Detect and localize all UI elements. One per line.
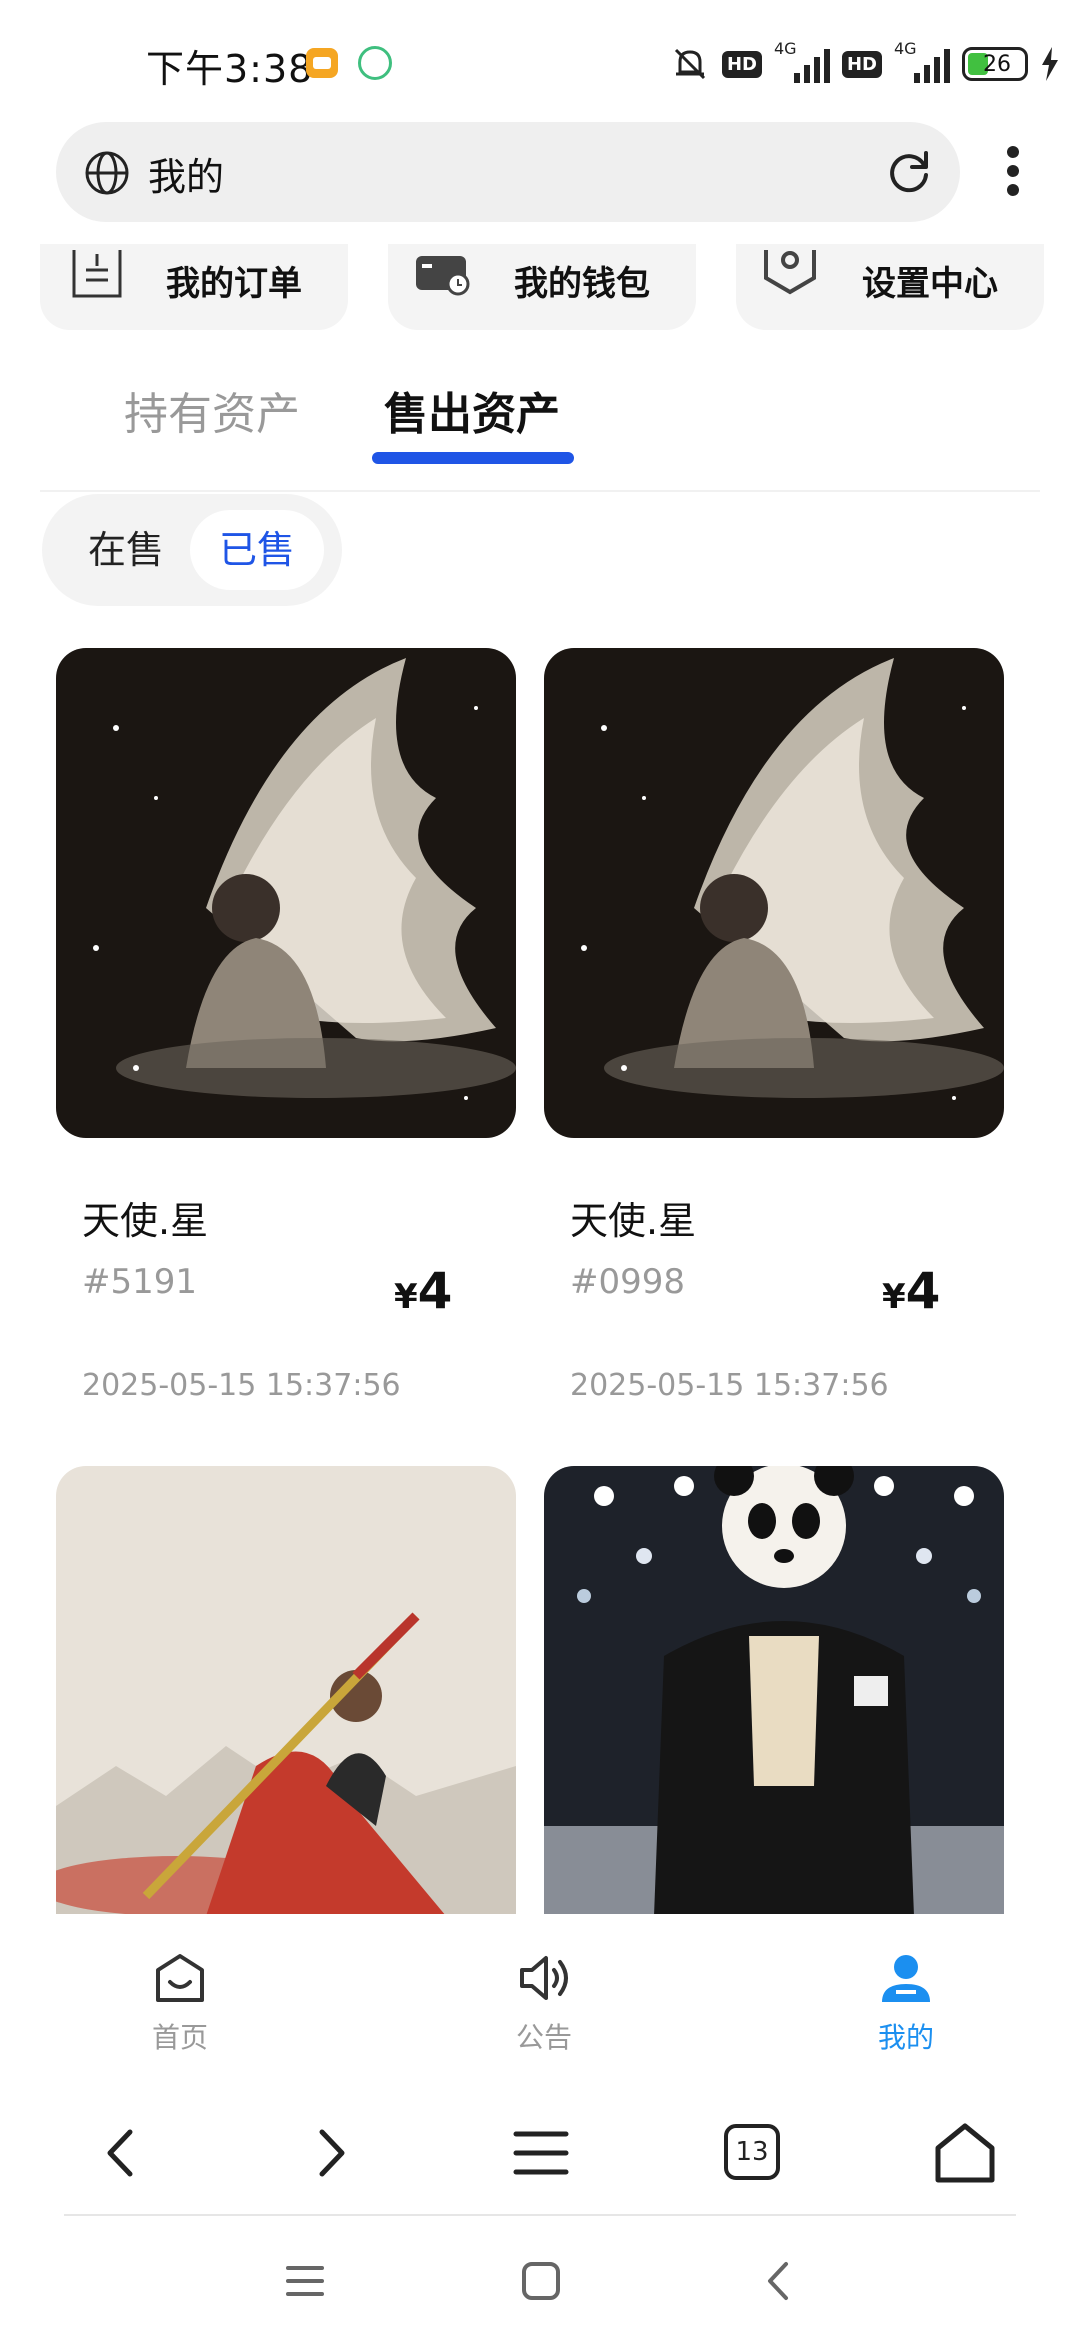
- nav-home-label: 首页: [151, 2021, 208, 2054]
- forward-icon[interactable]: [296, 2118, 366, 2188]
- tabs-count-button[interactable]: 13: [724, 2124, 780, 2180]
- currency-symbol: ¥: [394, 1277, 418, 1317]
- asset-name: 天使.星: [570, 1199, 697, 1243]
- system-back-icon[interactable]: [754, 2256, 804, 2306]
- status-time: 下午3:38: [146, 47, 314, 91]
- nav-announcements[interactable]: 公告: [484, 1950, 604, 2056]
- tab-held-assets[interactable]: 持有资产: [124, 378, 300, 442]
- status-indicators: HD 4G HD 4G 26: [670, 36, 1060, 92]
- asset-image-angel: [56, 648, 516, 1138]
- bottom-nav: 首页 公告 我的: [0, 1914, 1080, 2084]
- my-orders-card[interactable]: 我的订单: [40, 244, 348, 330]
- currency-symbol: ¥: [882, 1277, 906, 1317]
- back-icon[interactable]: [86, 2118, 156, 2188]
- browser-toolbar: 13: [0, 2084, 1080, 2214]
- filter-sold[interactable]: 已售: [190, 510, 324, 590]
- wallet-icon: [416, 256, 470, 296]
- nav-home[interactable]: 首页: [120, 1950, 240, 2056]
- asset-price: ¥4: [882, 1262, 940, 1320]
- address-bar[interactable]: 我的: [56, 122, 960, 222]
- more-menu-icon[interactable]: [998, 136, 1028, 206]
- sale-status-toggle: 在售 已售: [42, 494, 342, 606]
- home-icon: [156, 1954, 204, 2002]
- my-wallet-label: 我的钱包: [514, 264, 650, 304]
- status-bar: 下午3:38 HD 4G HD 4G 26: [0, 0, 1080, 122]
- signal-icon: 4G: [774, 39, 830, 83]
- price-value: 4: [417, 1262, 453, 1320]
- asset-name: 天使.星: [82, 1199, 209, 1243]
- speaker-icon: [520, 1956, 568, 2000]
- reload-icon[interactable]: [884, 147, 934, 197]
- hd-icon: HD: [841, 50, 882, 78]
- mute-bell-icon: [674, 48, 706, 80]
- my-orders-label: 我的订单: [166, 264, 302, 304]
- price-value: 4: [905, 1262, 941, 1320]
- system-nav: [0, 2216, 1080, 2340]
- my-wallet-card[interactable]: 我的钱包: [388, 244, 696, 330]
- user-icon: [882, 1955, 930, 2002]
- active-tab-indicator: [372, 452, 574, 464]
- nav-mine[interactable]: 我的: [846, 1950, 966, 2056]
- hd-icon: HD: [721, 50, 762, 78]
- nav-mine-label: 我的: [877, 2021, 934, 2054]
- divider: [40, 490, 1040, 492]
- system-home-icon[interactable]: [516, 2256, 566, 2306]
- settings-card[interactable]: 设置中心: [736, 244, 1044, 330]
- order-icon: [72, 250, 122, 298]
- recent-apps-icon[interactable]: [280, 2256, 330, 2306]
- asset-time: 2025-05-15 15:37:56: [82, 1368, 401, 1403]
- address-text: 我的: [148, 155, 225, 199]
- charging-bolt-icon: [1042, 47, 1058, 81]
- asset-serial: #0998: [570, 1262, 686, 1302]
- signal-icon: 4G: [894, 39, 950, 83]
- nav-announcements-label: 公告: [515, 2021, 572, 2054]
- tab-sold-assets[interactable]: 售出资产: [384, 378, 560, 442]
- globe-icon: [85, 151, 129, 195]
- charging-app-icon: [358, 46, 392, 80]
- home-page-icon[interactable]: [930, 2118, 1000, 2188]
- asset-image-angel: [544, 648, 1004, 1138]
- battery-level: 26: [983, 51, 1011, 77]
- settings-icon: [764, 250, 816, 295]
- battery-icon: 26: [962, 47, 1028, 81]
- message-notification-icon: [306, 48, 338, 78]
- filter-on-sale[interactable]: 在售: [66, 510, 186, 590]
- asset-image-panda[interactable]: [544, 1466, 1004, 1916]
- quick-actions: 我的订单 我的钱包 设置中心: [0, 244, 1080, 330]
- menu-icon[interactable]: [506, 2118, 576, 2188]
- asset-price: ¥4: [394, 1262, 452, 1320]
- asset-serial: #5191: [82, 1262, 198, 1302]
- asset-time: 2025-05-15 15:37:56: [570, 1368, 889, 1403]
- settings-label: 设置中心: [862, 264, 998, 304]
- asset-image-monkey-king[interactable]: [56, 1466, 516, 1916]
